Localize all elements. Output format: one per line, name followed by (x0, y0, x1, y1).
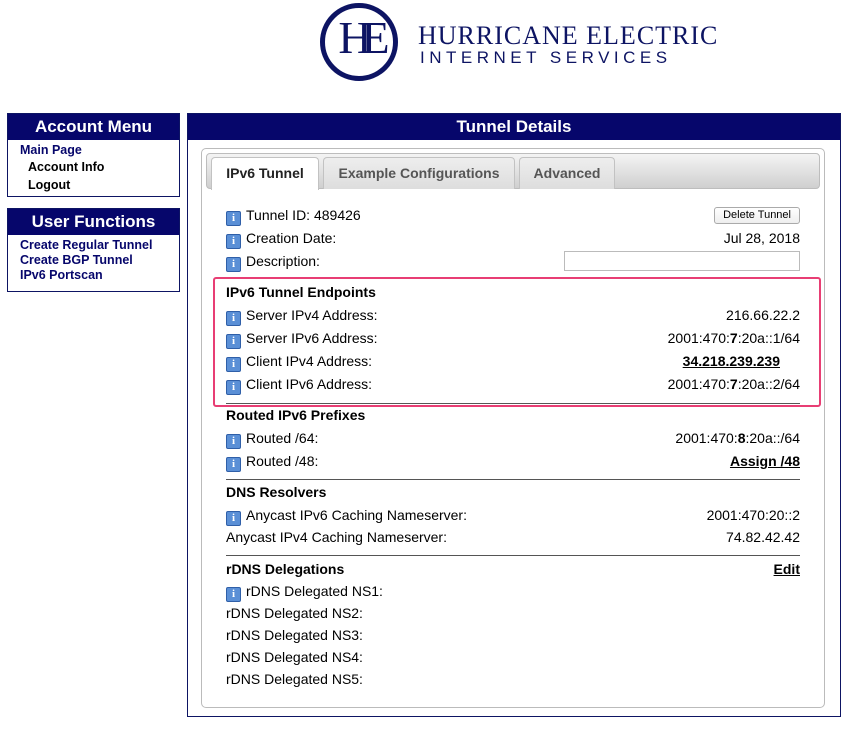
client-ipv4-row: i Client IPv4 Address: 34.218.239.239 (226, 351, 800, 372)
server-ipv6-prefix: 2001:470: (667, 330, 730, 346)
rdns-ns1-row: i rDNS Delegated NS1: (226, 581, 800, 602)
rdns-ns1-label: rDNS Delegated NS1: (246, 583, 383, 599)
create-regular-tunnel-link[interactable]: Create Regular Tunnel (20, 238, 179, 253)
routed-prefixes-title: Routed IPv6 Prefixes (226, 407, 366, 423)
info-icon[interactable]: i (226, 311, 241, 326)
user-functions-title: User Functions (8, 209, 179, 235)
user-functions-menu: User Functions Create Regular Tunnel Cre… (7, 208, 180, 292)
assign-48-link[interactable]: Assign /48 (730, 451, 800, 471)
rdns-title: rDNS Delegations (226, 561, 345, 577)
rdns-ns3-row: rDNS Delegated NS3: (226, 625, 800, 645)
server-ipv6-label: Server IPv6 Address: (246, 330, 378, 346)
divider (226, 403, 800, 404)
info-icon[interactable]: i (226, 257, 241, 272)
info-icon[interactable]: i (226, 434, 241, 449)
rdns-ns2-row: rDNS Delegated NS2: (226, 603, 800, 623)
info-icon[interactable]: i (226, 457, 241, 472)
client-ipv6-highlight: 7 (729, 376, 738, 392)
rdns-header-row: rDNS Delegations Edit (226, 559, 800, 579)
create-bgp-tunnel-link[interactable]: Create BGP Tunnel (20, 253, 179, 268)
tab-example-configurations[interactable]: Example Configurations (323, 157, 515, 189)
client-ipv6-row: i Client IPv6 Address: 2001:470:7:20a::2/… (226, 374, 800, 395)
client-ipv6-value: 2001:470:7:20a::2/64 (668, 374, 800, 394)
ipv6-portscan-link[interactable]: IPv6 Portscan (20, 268, 179, 283)
rdns-ns4-row: rDNS Delegated NS4: (226, 647, 800, 667)
client-ipv4-link[interactable]: 34.218.239.239 (683, 351, 780, 371)
logo-company-name: HURRICANE ELECTRIC (418, 21, 719, 50)
client-ipv6-prefix: 2001:470: (667, 376, 730, 392)
account-menu-title: Account Menu (8, 114, 179, 140)
info-icon[interactable]: i (226, 234, 241, 249)
client-ipv6-suffix: :20a::2/64 (737, 376, 800, 392)
creation-date-value: Jul 28, 2018 (723, 230, 800, 246)
anycast-ipv4-row: Anycast IPv4 Caching Nameserver: 74.82.4… (226, 527, 800, 547)
delete-tunnel-button[interactable]: Delete Tunnel (714, 207, 800, 224)
creation-date-row: i Creation Date: Jul 28, 2018 (226, 228, 800, 249)
account-info-link[interactable]: Account Info (20, 158, 179, 176)
rdns-edit-link[interactable]: Edit (774, 559, 800, 579)
anycast-ipv4-value: 74.82.42.42 (726, 529, 800, 545)
routed-64-row: i Routed /64: 2001:470:8:20a::/64 (226, 428, 800, 449)
routed-64-label: Routed /64: (246, 430, 319, 446)
anycast-ipv6-value: 2001:470:20::2 (706, 507, 800, 523)
server-ipv4-row: i Server IPv4 Address: 216.66.22.2 (226, 305, 800, 326)
info-icon[interactable]: i (226, 587, 241, 602)
info-icon[interactable]: i (226, 211, 241, 226)
tunnel-details-title: Tunnel Details (188, 114, 840, 140)
account-menu: Account Menu Main Page Account Info Logo… (7, 113, 180, 197)
tunnel-id-label: Tunnel ID: 489426 (246, 207, 361, 223)
tab-advanced[interactable]: Advanced (519, 157, 615, 189)
server-ipv4-label: Server IPv4 Address: (246, 307, 378, 323)
info-icon[interactable]: i (226, 380, 241, 395)
client-ipv6-label: Client IPv6 Address: (246, 376, 373, 392)
tab-bar: IPv6 Tunnel Example Configurations Advan… (206, 153, 820, 190)
server-ipv6-suffix: :20a::1/64 (737, 330, 800, 346)
main-page-link[interactable]: Main Page (20, 143, 179, 158)
logout-link[interactable]: Logout (20, 176, 179, 194)
rdns-ns5-row: rDNS Delegated NS5: (226, 669, 800, 689)
info-icon[interactable]: i (226, 334, 241, 349)
rdns-ns5-label: rDNS Delegated NS5: (226, 671, 363, 687)
server-ipv6-value: 2001:470:7:20a::1/64 (668, 328, 800, 348)
server-ipv4-value: 216.66.22.2 (726, 307, 800, 323)
endpoints-section-title: IPv6 Tunnel Endpoints (226, 284, 376, 300)
divider (226, 479, 800, 480)
creation-date-label: Creation Date: (246, 230, 337, 246)
info-icon[interactable]: i (226, 357, 241, 372)
routed-64-suffix: :20a::/64 (745, 430, 801, 446)
info-icon[interactable]: i (226, 511, 241, 526)
routed-64-value: 2001:470:8:20a::/64 (675, 428, 800, 448)
rdns-ns2-label: rDNS Delegated NS2: (226, 605, 363, 621)
routed-48-row: i Routed /48: Assign /48 (226, 451, 800, 472)
logo-monogram: HE (338, 12, 389, 63)
tab-ipv6-tunnel[interactable]: IPv6 Tunnel (211, 157, 319, 190)
logo-tagline: INTERNET SERVICES (420, 48, 672, 67)
anycast-ipv6-label: Anycast IPv6 Caching Nameserver: (246, 507, 467, 523)
divider (226, 555, 800, 556)
rdns-ns3-label: rDNS Delegated NS3: (226, 627, 363, 643)
routed-64-prefix: 2001:470: (675, 430, 738, 446)
description-input[interactable] (564, 251, 800, 271)
routed-48-label: Routed /48: (246, 453, 319, 469)
dns-resolvers-title: DNS Resolvers (226, 484, 327, 500)
server-ipv6-highlight: 7 (729, 330, 738, 346)
description-row: i Description: (226, 251, 800, 272)
client-ipv4-label: Client IPv4 Address: (246, 353, 373, 369)
hurricane-electric-logo: HE HURRICANE ELECTRIC INTERNET SERVICES (320, 3, 720, 89)
routed-64-highlight: 8 (737, 430, 746, 446)
server-ipv6-row: i Server IPv6 Address: 2001:470:7:20a::1/… (226, 328, 800, 349)
anycast-ipv4-label: Anycast IPv4 Caching Nameserver: (226, 529, 447, 545)
description-label: Description: (246, 253, 320, 269)
rdns-ns4-label: rDNS Delegated NS4: (226, 649, 363, 665)
tunnel-id-row: i Tunnel ID: 489426 Delete Tunnel (226, 205, 800, 226)
anycast-ipv6-row: i Anycast IPv6 Caching Nameserver: 2001:4… (226, 505, 800, 526)
